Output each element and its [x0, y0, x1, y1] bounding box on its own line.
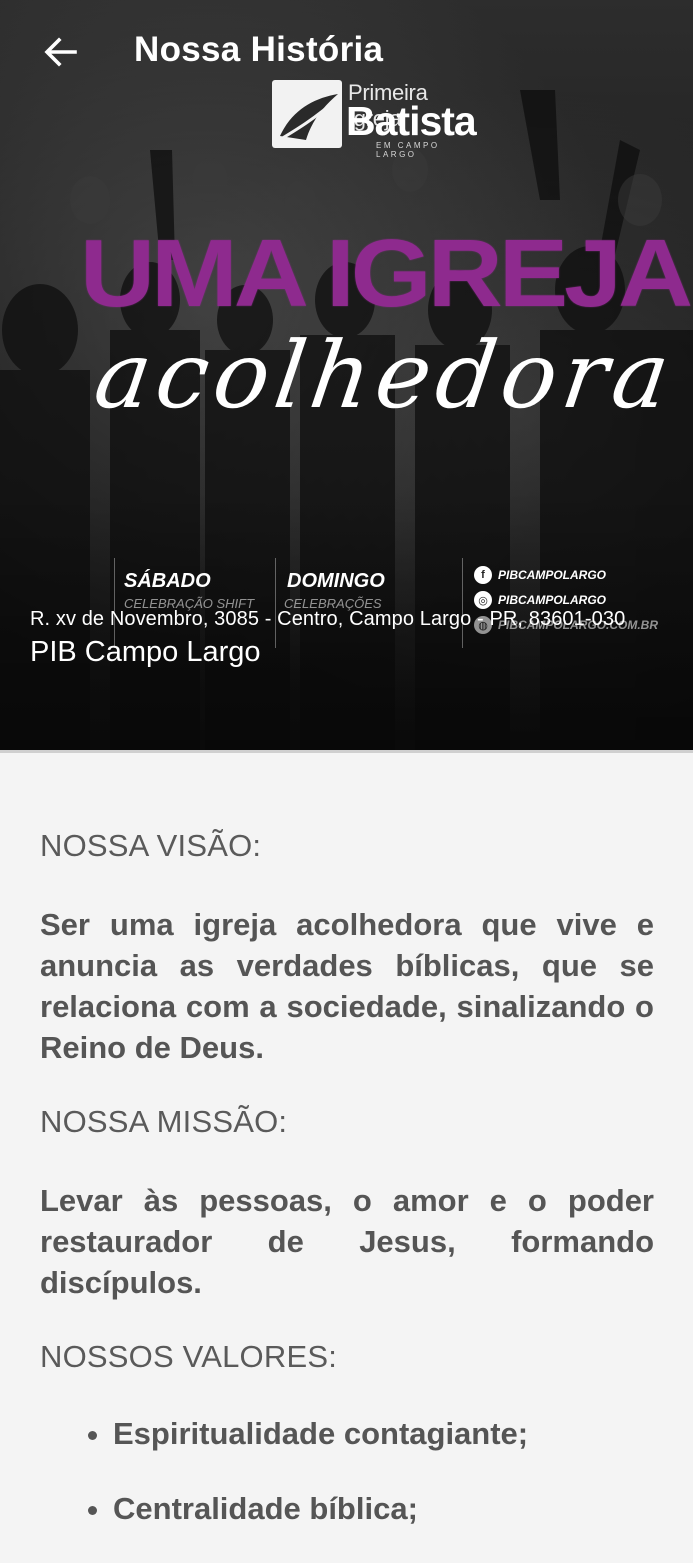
hero-banner: Primeira Igreja Batista EM CAMPO LARGO U…	[0, 0, 693, 750]
schedule-day2: DOMINGO	[287, 570, 385, 592]
social-instagram: ◎ PIBCAMPOLARGO	[474, 591, 606, 609]
church-address: R. xv de Novembro, 3085 - Centro, Campo …	[30, 608, 626, 630]
mission-text: Levar às pessoas, o amor e o poder resta…	[40, 1183, 654, 1300]
page-title: Nossa História	[134, 30, 384, 69]
social-instagram-label: PIBCAMPOLARGO	[498, 593, 606, 607]
schedule-divider	[462, 558, 463, 648]
list-item: Centralidade bíblica;	[113, 1488, 654, 1529]
history-content: NOSSA VISÃO: Ser uma igreja acolhedora q…	[40, 828, 654, 1563]
hero-script-text: acolhedora	[88, 322, 682, 429]
arrow-left-icon	[44, 37, 77, 67]
app-bar: Nossa História	[0, 0, 693, 104]
schedule-block: SÁBADO CELEBRAÇÃO SHIFT DOMINGO CELEBRAÇ…	[112, 558, 658, 648]
hero-headline: UMA IGREJA	[80, 220, 693, 328]
schedule-divider	[114, 558, 115, 648]
values-list: Espiritualidade contagiante; Centralidad…	[40, 1413, 654, 1529]
vision-text: Ser uma igreja acolhedora que vive e anu…	[40, 907, 654, 1065]
values-heading: NOSSOS VALORES:	[40, 1339, 338, 1374]
logo-line2: Batista	[346, 98, 477, 144]
list-item: Espiritualidade contagiante;	[113, 1413, 654, 1454]
vision-heading: NOSSA VISÃO:	[40, 828, 262, 863]
back-button[interactable]	[34, 32, 86, 72]
facebook-icon: f	[474, 566, 492, 584]
logo-line3: EM CAMPO LARGO	[376, 141, 440, 159]
schedule-divider	[275, 558, 276, 648]
social-facebook: f PIBCAMPOLARGO	[474, 566, 606, 584]
social-facebook-label: PIBCAMPOLARGO	[498, 568, 606, 582]
hero-divider	[0, 750, 693, 753]
schedule-day1: SÁBADO	[124, 570, 211, 592]
mission-heading: NOSSA MISSÃO:	[40, 1104, 288, 1139]
church-name: PIB Campo Largo	[30, 636, 261, 668]
instagram-icon: ◎	[474, 591, 492, 609]
